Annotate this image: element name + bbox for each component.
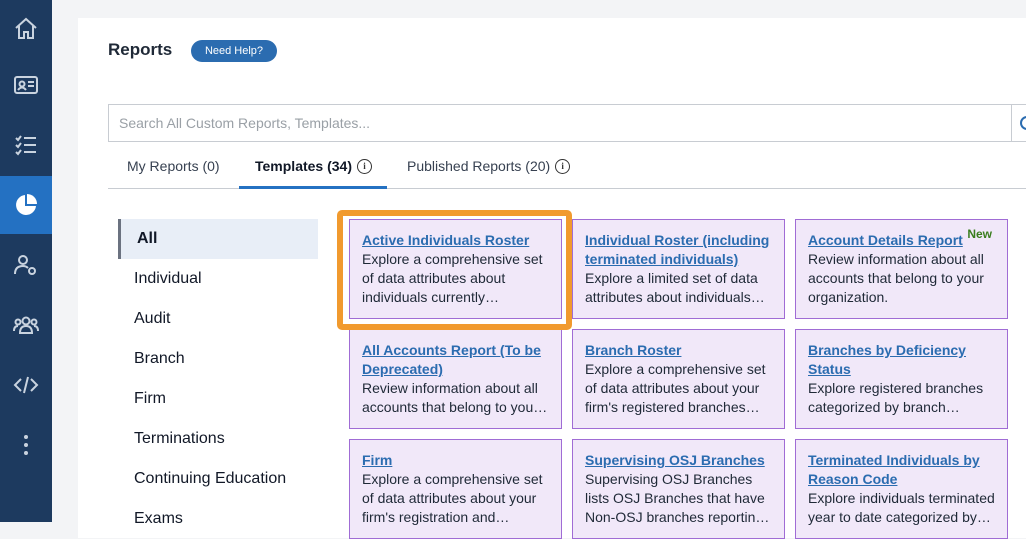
category-audit[interactable]: Audit xyxy=(118,299,318,339)
search-input[interactable] xyxy=(109,105,1011,141)
report-card-branches-by-deficiency[interactable]: Branches by Deficiency Status Explore re… xyxy=(795,329,1008,429)
nav-user-settings[interactable] xyxy=(0,236,52,294)
report-description: Explore a comprehensive set of data attr… xyxy=(585,361,766,415)
report-title-link[interactable]: Branch Roster xyxy=(585,341,772,360)
report-title-link[interactable]: Individual Roster (including terminated … xyxy=(585,231,772,269)
report-description: Review information about all accounts th… xyxy=(808,251,984,305)
report-title-link[interactable]: Terminated Individuals by Reason Code xyxy=(808,451,995,489)
info-icon[interactable]: i xyxy=(555,158,571,174)
report-title-link[interactable]: Active Individuals Roster xyxy=(362,231,549,250)
code-icon xyxy=(13,376,39,394)
search-button[interactable] xyxy=(1012,104,1026,142)
more-vertical-icon xyxy=(24,435,28,455)
tab-label: Published Reports (20) xyxy=(407,158,551,174)
users-group-icon xyxy=(13,316,39,334)
nav-reports[interactable] xyxy=(0,176,52,234)
info-icon[interactable]: i xyxy=(357,158,372,174)
category-individual[interactable]: Individual xyxy=(118,259,318,299)
report-description: Explore individuals terminated year to d… xyxy=(808,490,995,525)
tab-label: My Reports (0) xyxy=(127,158,220,174)
report-description: Explore a comprehensive set of data attr… xyxy=(362,251,543,305)
need-help-button[interactable]: Need Help? xyxy=(191,40,277,62)
active-tab-indicator xyxy=(239,186,387,189)
nav-tasks[interactable] xyxy=(0,116,52,174)
report-card-firm[interactable]: Firm Explore a comprehensive set of data… xyxy=(349,439,562,539)
report-description: Explore registered branches categorized … xyxy=(808,380,984,415)
nav-profile[interactable] xyxy=(0,56,52,114)
report-card-account-details[interactable]: New Account Details Report Review inform… xyxy=(795,219,1008,319)
nav-developer[interactable] xyxy=(0,356,52,414)
category-branch[interactable]: Branch xyxy=(118,339,318,379)
report-description: Explore a comprehensive set of data attr… xyxy=(362,471,543,525)
category-firm[interactable]: Firm xyxy=(118,379,318,419)
report-title-link[interactable]: All Accounts Report (To be Deprecated) xyxy=(362,341,549,379)
search-icon xyxy=(1020,116,1026,130)
nav-more[interactable] xyxy=(0,416,52,474)
user-settings-icon xyxy=(14,255,36,275)
report-card-terminated-individuals[interactable]: Terminated Individuals by Reason Code Ex… xyxy=(795,439,1008,539)
report-card-branch-roster[interactable]: Branch Roster Explore a comprehensive se… xyxy=(572,329,785,429)
tab-published-reports[interactable]: Published Reports (20) i xyxy=(407,158,571,174)
report-description: Explore a limited set of data attributes… xyxy=(585,270,765,305)
category-all[interactable]: All xyxy=(118,219,318,259)
report-card-all-accounts[interactable]: All Accounts Report (To be Deprecated) R… xyxy=(349,329,562,429)
search-box xyxy=(108,104,1012,142)
tab-label: Templates (34) xyxy=(255,158,352,174)
category-exams[interactable]: Exams xyxy=(118,499,318,539)
report-title-link[interactable]: Branches by Deficiency Status xyxy=(808,341,995,379)
pie-chart-icon xyxy=(16,194,37,215)
report-title-link[interactable]: Firm xyxy=(362,451,549,470)
new-badge: New xyxy=(967,227,992,241)
nav-groups[interactable] xyxy=(0,296,52,354)
report-card-active-individuals-roster[interactable]: Active Individuals Roster Explore a comp… xyxy=(349,219,562,319)
tab-my-reports[interactable]: My Reports (0) xyxy=(127,158,220,174)
id-card-icon xyxy=(14,76,38,94)
report-title-link[interactable]: Supervising OSJ Branches xyxy=(585,451,772,470)
side-nav-rail xyxy=(0,0,52,522)
category-terminations[interactable]: Terminations xyxy=(118,419,318,459)
report-description: Supervising OSJ Branches lists OSJ Branc… xyxy=(585,471,770,525)
report-card-supervising-osj-branches[interactable]: Supervising OSJ Branches Supervising OSJ… xyxy=(572,439,785,539)
home-icon xyxy=(15,17,37,39)
nav-home[interactable] xyxy=(0,0,52,58)
page-title: Reports xyxy=(108,40,173,59)
tab-templates[interactable]: Templates (34) i xyxy=(255,158,372,174)
category-continuing-education[interactable]: Continuing Education xyxy=(118,459,318,499)
checklist-icon xyxy=(15,135,36,156)
report-card-individual-roster[interactable]: Individual Roster (including terminated … xyxy=(572,219,785,319)
report-description: Review information about all accounts th… xyxy=(362,380,548,415)
